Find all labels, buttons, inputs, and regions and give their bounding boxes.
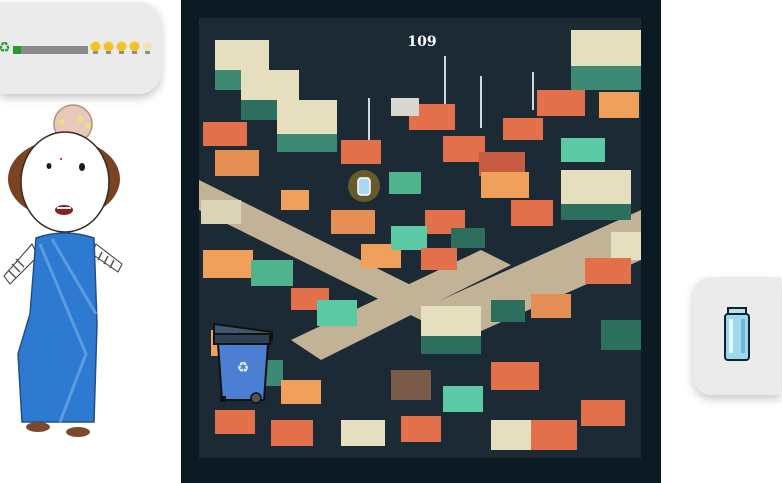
recycling-bin-icon[interactable]: ♻ [208,310,278,408]
lightbulb-icon [142,42,153,55]
mouth [55,205,73,215]
lightbulb-icon [103,42,114,55]
recycle-icon: ♻ [0,40,11,56]
feet [26,422,90,437]
lightbulb-icon [116,42,127,55]
score-counter: 109 [407,34,437,50]
glowing-collectible [348,170,380,202]
city-map [199,18,641,458]
held-item-panel[interactable] [693,277,781,395]
lightbulb-counter [90,42,153,55]
face [20,131,110,233]
player-character-drawing [3,104,123,437]
right-eye [79,163,85,171]
progress-bar-fill [13,46,21,54]
left-eye [46,163,52,169]
game-viewport[interactable]: 109 ♻ [181,0,661,483]
lightbulb-icon [90,42,101,55]
lightbulb-icon [129,42,140,55]
progress-bar [13,46,88,54]
svg-text:♻: ♻ [237,360,250,376]
status-panel: ♻ [0,2,161,94]
bindi [59,157,63,161]
glass-jar-icon [724,307,750,361]
